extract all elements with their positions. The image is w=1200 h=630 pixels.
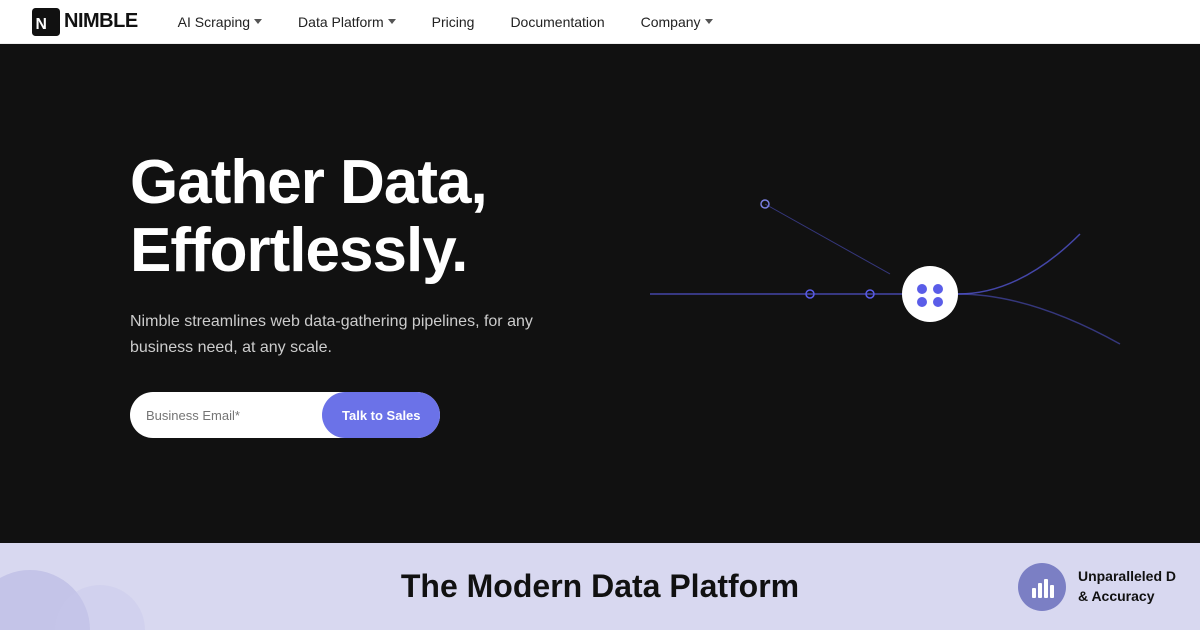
nav-item-pricing[interactable]: Pricing — [432, 14, 475, 30]
hero-headline: Gather Data, Effortlessly. — [130, 149, 570, 285]
unparalleled-icon — [1018, 563, 1066, 611]
email-input[interactable] — [146, 408, 322, 423]
nav-item-company[interactable]: Company — [641, 14, 713, 30]
section-title: The Modern Data Platform — [401, 568, 799, 605]
logo-icon: N — [32, 8, 60, 36]
unparalleled-card: Unparalleled D & Accuracy — [994, 543, 1200, 630]
talk-to-sales-button[interactable]: Talk to Sales — [322, 392, 440, 438]
chevron-down-icon — [388, 19, 396, 24]
nav-link-company[interactable]: Company — [641, 14, 713, 30]
nav-link-ai-scraping[interactable]: AI Scraping — [178, 14, 262, 30]
unparalleled-text: Unparalleled D & Accuracy — [1078, 567, 1176, 606]
nav-links: AI Scraping Data Platform Pricing Docume… — [178, 14, 713, 30]
nav-link-data-platform[interactable]: Data Platform — [298, 14, 396, 30]
nav-link-documentation[interactable]: Documentation — [510, 14, 604, 30]
nav-item-ai-scraping[interactable]: AI Scraping — [178, 14, 262, 30]
bottom-strip: The Modern Data Platform Unparalleled D … — [0, 543, 1200, 630]
chevron-down-icon — [705, 19, 713, 24]
hero-content: Gather Data, Effortlessly. Nimble stream… — [0, 149, 570, 439]
navbar: N NIMBLE AI Scraping Data Platform Prici… — [0, 0, 1200, 44]
chevron-down-icon — [254, 19, 262, 24]
logo-text: NIMBLE — [64, 10, 138, 33]
svg-text:N: N — [36, 16, 47, 33]
hero-section: Gather Data, Effortlessly. Nimble stream… — [0, 44, 1200, 543]
logo[interactable]: N NIMBLE — [32, 8, 138, 36]
hero-subtext: Nimble streamlines web data-gathering pi… — [130, 309, 570, 360]
nav-item-data-platform[interactable]: Data Platform — [298, 14, 396, 30]
bar-chart-icon — [1029, 574, 1055, 600]
decorative-circles — [0, 543, 200, 630]
nav-item-documentation[interactable]: Documentation — [510, 14, 604, 30]
nav-link-pricing[interactable]: Pricing — [432, 14, 475, 30]
hero-graphic — [600, 144, 1200, 444]
hero-email-form: Talk to Sales — [130, 392, 440, 438]
